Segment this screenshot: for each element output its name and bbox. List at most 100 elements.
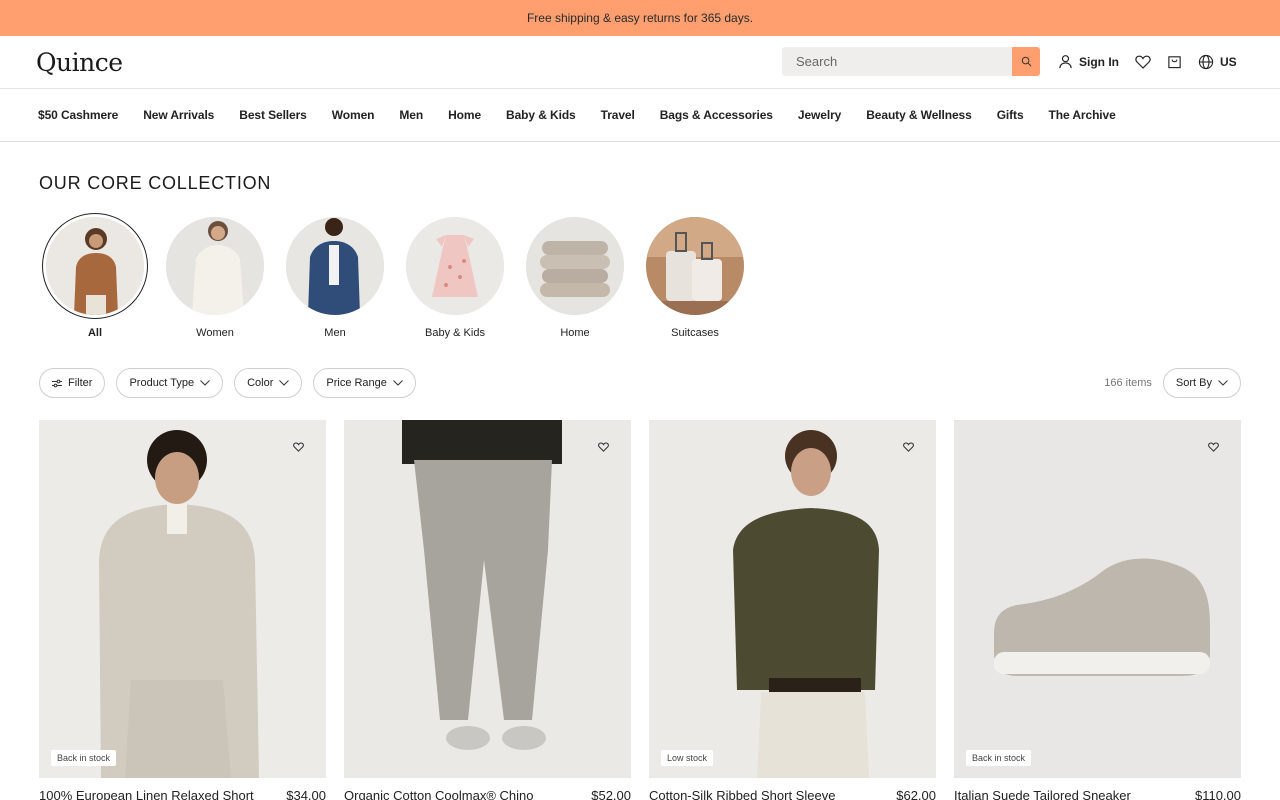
sort-dropdown[interactable]: Sort By — [1162, 368, 1241, 398]
product-type-dropdown[interactable]: Product Type — [116, 368, 224, 398]
product-name[interactable]: Organic Cotton Coolmax® Chino — [344, 788, 534, 800]
category-image — [166, 217, 264, 315]
search-input[interactable] — [782, 47, 1010, 76]
price-range-dropdown[interactable]: Price Range — [313, 368, 416, 398]
filter-button[interactable]: Filter — [39, 368, 106, 398]
nav-item-archive[interactable]: The Archive — [1049, 108, 1116, 122]
results-controls: 166 items Sort By — [1104, 368, 1241, 398]
cart-button[interactable] — [1167, 54, 1182, 69]
wishlist-heart-button[interactable] — [293, 439, 304, 457]
search-button[interactable] — [1012, 47, 1040, 76]
nav-item-home[interactable]: Home — [448, 108, 481, 122]
region-selector[interactable]: US — [1198, 54, 1237, 70]
category-baby-kids[interactable]: Baby & Kids — [395, 217, 515, 339]
product-price: $52.00 — [591, 788, 631, 800]
chevron-down-icon — [1218, 380, 1228, 386]
category-image — [406, 217, 504, 315]
nav-item-new-arrivals[interactable]: New Arrivals — [143, 108, 214, 122]
sign-in-label: Sign In — [1079, 54, 1119, 69]
product-card[interactable]: Back in stock Italian Suede Tailored Sne… — [954, 420, 1241, 800]
category-suitcases[interactable]: Suitcases — [635, 217, 755, 339]
nav-item-jewelry[interactable]: Jewelry — [798, 108, 841, 122]
wishlist-heart-button[interactable] — [1208, 439, 1219, 457]
item-count: 166 items — [1104, 377, 1152, 389]
nav-item-travel[interactable]: Travel — [601, 108, 635, 122]
announcement-text: Free shipping & easy returns for 365 day… — [526, 11, 754, 25]
stock-badge: Back in stock — [966, 750, 1032, 766]
product-name[interactable]: Cotton-Silk Ribbed Short Sleeve — [649, 788, 835, 800]
category-carousel: All Women Men Baby & Kids Home Suitcases — [35, 213, 755, 339]
nav-item-gifts[interactable]: Gifts — [997, 108, 1024, 122]
announcement-bar: Free shipping & easy returns for 365 day… — [0, 0, 1280, 36]
product-price: $34.00 — [286, 788, 326, 800]
stock-badge: Low stock — [661, 750, 714, 766]
product-image[interactable]: Back in stock — [39, 420, 326, 778]
filter-label: Filter — [68, 377, 93, 389]
heart-icon — [598, 442, 609, 452]
chevron-down-icon — [279, 380, 290, 386]
main-nav: $50 Cashmere New Arrivals Best Sellers W… — [0, 89, 1280, 142]
search-bar — [782, 47, 1040, 76]
site-header: Quince Sign In US — [0, 36, 1280, 89]
cart-icon — [1168, 56, 1181, 69]
product-card[interactable]: Back in stock 100% European Linen Relaxe… — [39, 420, 326, 800]
nav-item-women[interactable]: Women — [332, 108, 375, 122]
heart-icon — [293, 442, 304, 452]
product-info: 100% European Linen Relaxed Short $34.00 — [39, 788, 326, 800]
nav-item-beauty-wellness[interactable]: Beauty & Wellness — [866, 108, 972, 122]
chevron-down-icon — [200, 380, 210, 386]
category-label: Baby & Kids — [425, 327, 485, 339]
product-name[interactable]: Italian Suede Tailored Sneaker — [954, 788, 1131, 800]
wishlist-heart-button[interactable] — [598, 439, 609, 457]
category-all[interactable]: All — [35, 213, 155, 339]
nav-item-cashmere[interactable]: $50 Cashmere — [38, 108, 118, 122]
region-label: US — [1220, 54, 1237, 69]
sliders-icon — [52, 379, 62, 387]
heart-icon — [1208, 442, 1219, 452]
user-icon — [1059, 55, 1072, 69]
product-price: $62.00 — [896, 788, 936, 800]
wishlist-button[interactable] — [1135, 55, 1151, 69]
product-image[interactable]: Back in stock — [954, 420, 1241, 778]
nav-item-baby-kids[interactable]: Baby & Kids — [506, 108, 576, 122]
filter-bar: Filter Product Type Color Price Range — [39, 368, 416, 398]
logo[interactable]: Quince — [36, 48, 123, 77]
price-range-label: Price Range — [326, 377, 387, 389]
product-info: Cotton-Silk Ribbed Short Sleeve $62.00 — [649, 788, 936, 800]
category-home[interactable]: Home — [515, 217, 635, 339]
category-men[interactable]: Men — [275, 217, 395, 339]
search-icon — [1021, 56, 1031, 67]
sign-in-button[interactable]: Sign In — [1058, 54, 1119, 69]
product-image[interactable]: Low stock — [649, 420, 936, 778]
category-image — [42, 213, 148, 319]
category-image — [526, 217, 624, 315]
category-label: Women — [196, 327, 234, 339]
product-type-label: Product Type — [129, 377, 195, 389]
color-label: Color — [247, 377, 274, 389]
category-image — [286, 217, 384, 315]
nav-item-bags-accessories[interactable]: Bags & Accessories — [660, 108, 773, 122]
page-title: OUR CORE COLLECTION — [39, 173, 272, 193]
category-label: Suitcases — [671, 327, 719, 339]
globe-icon — [1198, 54, 1214, 69]
product-card[interactable]: Organic Cotton Coolmax® Chino $52.00 — [344, 420, 631, 800]
product-price: $110.00 — [1194, 788, 1241, 800]
product-grid: Back in stock 100% European Linen Relaxe… — [39, 420, 1241, 800]
product-name[interactable]: 100% European Linen Relaxed Short — [39, 788, 254, 800]
product-info: Italian Suede Tailored Sneaker $110.00 — [954, 788, 1241, 800]
product-card[interactable]: Low stock Cotton-Silk Ribbed Short Sleev… — [649, 420, 936, 800]
wishlist-heart-button[interactable] — [903, 439, 914, 457]
stock-badge: Back in stock — [51, 750, 117, 766]
nav-item-best-sellers[interactable]: Best Sellers — [239, 108, 307, 122]
category-women[interactable]: Women — [155, 217, 275, 339]
nav-item-men[interactable]: Men — [399, 108, 423, 122]
header-actions: Sign In US — [782, 47, 1237, 76]
color-dropdown[interactable]: Color — [234, 368, 303, 398]
category-label: Home — [560, 327, 590, 339]
heart-icon — [1135, 55, 1151, 69]
sort-label: Sort By — [1175, 377, 1212, 389]
category-label: Men — [324, 327, 346, 339]
product-image[interactable] — [344, 420, 631, 778]
heart-icon — [903, 442, 914, 452]
category-image — [646, 217, 744, 315]
